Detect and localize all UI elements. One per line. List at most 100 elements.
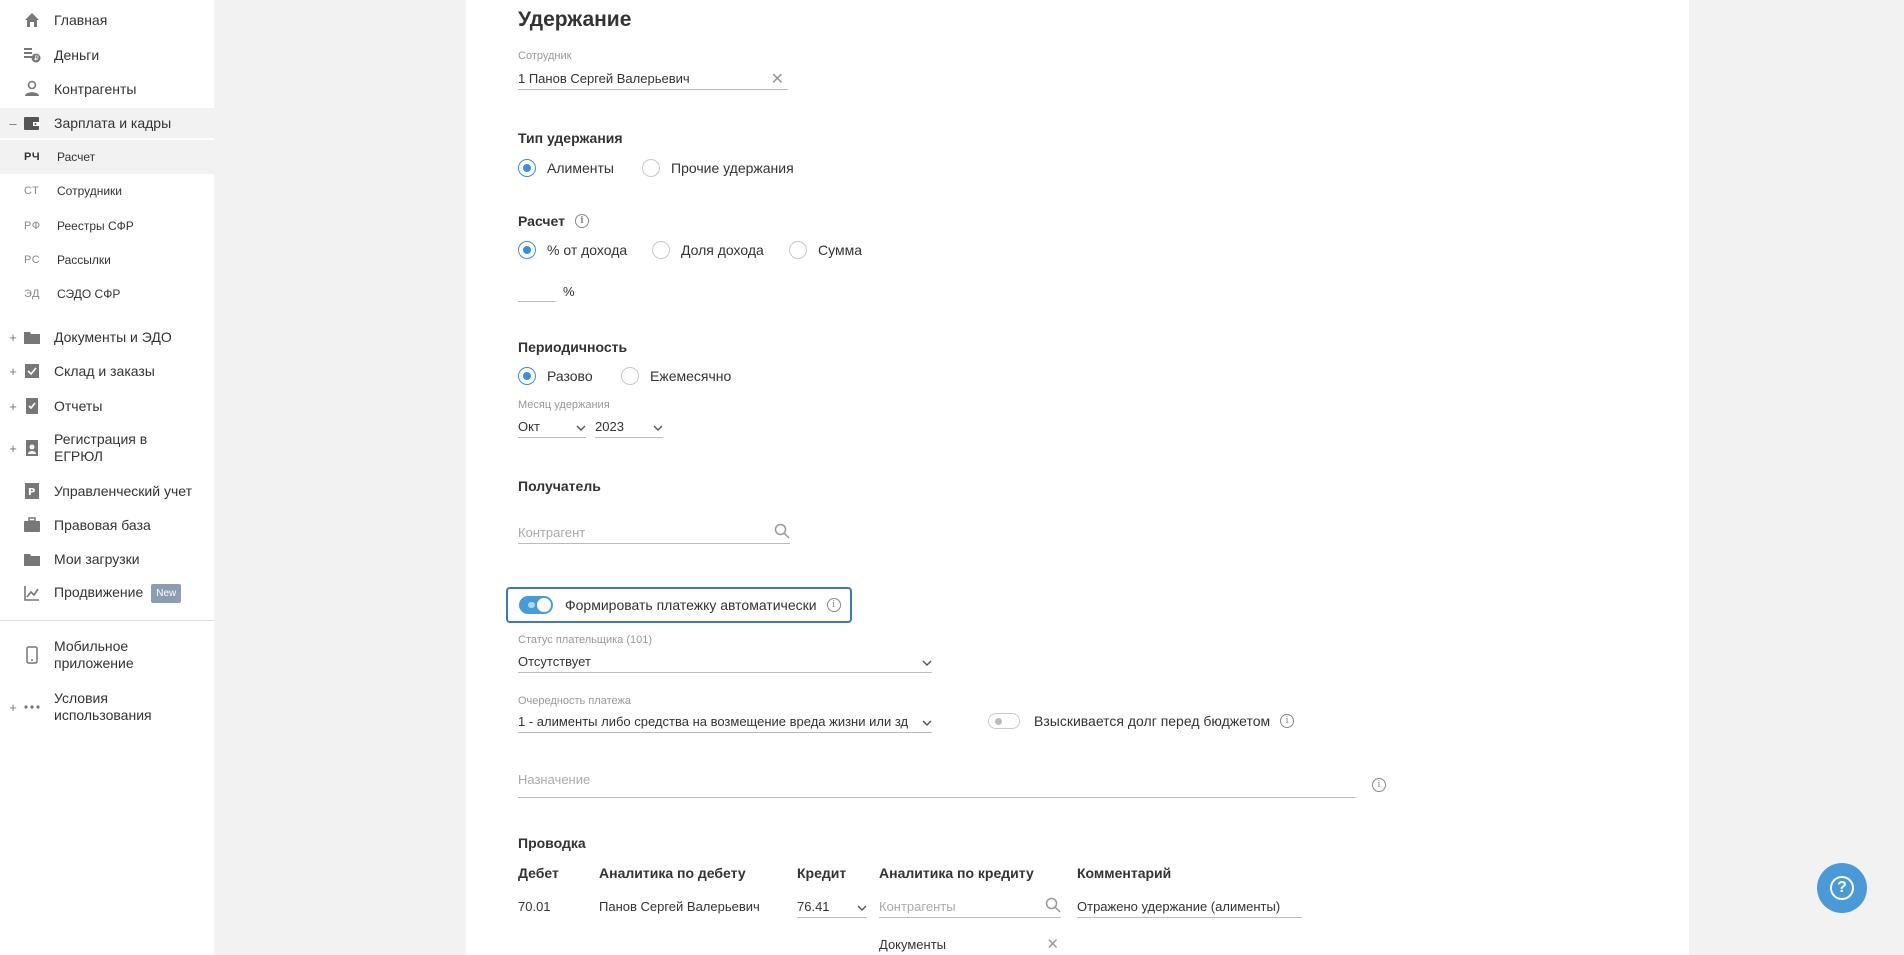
- radio-indicator: [518, 159, 536, 177]
- expand-icon[interactable]: +: [8, 700, 18, 715]
- search-icon[interactable]: [1045, 897, 1061, 916]
- auto-payment-toggle-row[interactable]: Формировать платежку автоматически i: [506, 587, 852, 623]
- radio-label: Сумма: [818, 242, 862, 258]
- radio-indicator: [518, 367, 536, 385]
- sidebar-item-label: Управленческий учет: [54, 482, 192, 499]
- subitem-abbr: РЧ: [24, 151, 41, 163]
- radio-label: Ежемесячно: [650, 368, 732, 384]
- budget-debt-label: Взыскивается долг перед бюджетом: [1034, 713, 1271, 729]
- money-icon: ₽: [22, 45, 42, 65]
- help-button[interactable]: ?: [1817, 863, 1867, 913]
- sidebar-item-reports[interactable]: + Отчеты: [0, 394, 214, 418]
- radio-label: Разово: [547, 368, 593, 384]
- budget-debt-toggle[interactable]: [988, 713, 1020, 729]
- radio-indicator: [621, 367, 639, 385]
- sidebar-item-contractors[interactable]: Контрагенты: [0, 77, 214, 101]
- employee-field[interactable]: 1 Панов Сергей Валерьевич ✕: [518, 68, 788, 90]
- sidebar-item-warehouse[interactable]: + Склад и заказы: [0, 359, 214, 383]
- posting-debit-analytics: Панов Сергей Валерьевич: [599, 899, 760, 914]
- comment-input[interactable]: Отражено удержание (алименты): [1077, 896, 1302, 918]
- month-select[interactable]: Окт: [518, 416, 586, 438]
- sidebar-item-label: Отчеты: [54, 397, 103, 414]
- sidebar-subitem-registers[interactable]: РФ Реестры СФР: [0, 209, 214, 243]
- radio-percent-income[interactable]: % от дохода: [518, 241, 627, 259]
- info-icon[interactable]: i: [1372, 778, 1386, 792]
- sidebar-item-label: Деньги: [54, 46, 100, 63]
- documents-value: Документы: [879, 936, 947, 952]
- clear-icon[interactable]: ✕: [771, 69, 784, 89]
- sidebar-item-downloads[interactable]: Мои загрузки: [0, 547, 214, 571]
- purpose-input[interactable]: Назначение: [518, 772, 1356, 798]
- sidebar-item-label: Мои загрузки: [54, 550, 140, 567]
- radio-indicator: [642, 159, 660, 177]
- expand-icon[interactable]: +: [8, 364, 18, 379]
- sidebar-item-label: Зарплата и кадры: [54, 114, 172, 131]
- subitem-label: СЭДО СФР: [57, 287, 121, 301]
- info-icon[interactable]: i: [574, 214, 589, 228]
- chevron-down-icon: [922, 714, 932, 729]
- promotion-text: Продвижение: [54, 583, 144, 600]
- info-icon[interactable]: i: [826, 598, 841, 612]
- sidebar-item-legal[interactable]: Правовая база: [0, 513, 214, 537]
- radio-alimony[interactable]: Алименты: [518, 159, 614, 177]
- collapse-icon[interactable]: –: [8, 116, 18, 131]
- sidebar-subitem-employees[interactable]: СТ Сотрудники: [0, 174, 214, 208]
- posting-heading: Проводка: [518, 835, 586, 851]
- subitem-abbr: ЭД: [24, 288, 40, 300]
- subitem-abbr: РФ: [24, 220, 41, 232]
- sidebar-item-salary[interactable]: – Зарплата и кадры: [0, 108, 214, 138]
- documents-field[interactable]: Документы ✕: [879, 935, 1061, 953]
- sidebar-item-label: Правовая база: [54, 516, 151, 533]
- payer-status-select[interactable]: Отсутствует: [518, 651, 932, 673]
- sidebar-item-home[interactable]: Главная: [0, 8, 214, 32]
- subitem-label: Сотрудники: [57, 184, 122, 198]
- recipient-heading: Получатель: [518, 478, 601, 494]
- percent-input[interactable]: [518, 280, 556, 302]
- subitem-abbr: РС: [24, 254, 41, 266]
- col-credit: Кредит: [797, 865, 847, 881]
- radio-sum[interactable]: Сумма: [789, 241, 862, 259]
- calculation-heading-text: Расчет: [518, 213, 565, 229]
- clear-icon[interactable]: ✕: [1046, 935, 1059, 953]
- sidebar-subitem-sedo[interactable]: ЭД СЭДО СФР: [0, 277, 214, 311]
- comment-value: Отражено удержание (алименты): [1077, 899, 1281, 914]
- credit-analytics-placeholder: Контрагенты: [879, 899, 956, 914]
- sidebar-item-mobile[interactable]: Мобильное приложение: [0, 636, 214, 674]
- sidebar-item-documents[interactable]: + Документы и ЭДО: [0, 325, 214, 349]
- col-debit: Дебет: [518, 865, 559, 881]
- radio-monthly[interactable]: Ежемесячно: [621, 367, 731, 385]
- contractor-input[interactable]: Контрагент: [518, 522, 790, 544]
- expand-icon[interactable]: +: [8, 399, 18, 414]
- sidebar-item-label: Контрагенты: [54, 80, 137, 97]
- search-icon[interactable]: [774, 523, 790, 542]
- sidebar-subitem-mailings[interactable]: РС Рассылки: [0, 243, 214, 277]
- year-select[interactable]: 2023: [595, 416, 663, 438]
- expand-icon[interactable]: +: [8, 330, 18, 345]
- info-icon[interactable]: i: [1280, 714, 1295, 728]
- sidebar-subitem-calc[interactable]: РЧ Расчет: [0, 140, 214, 174]
- month-label: Месяц удержания: [518, 399, 610, 411]
- payment-priority-select[interactable]: 1 - алименты либо средства на возмещение…: [518, 711, 932, 733]
- auto-payment-label: Формировать платежку автоматически: [565, 597, 817, 613]
- col-credit-analytics: Аналитика по кредиту: [879, 865, 1034, 881]
- sidebar-item-promotion[interactable]: Продвижение New: [0, 581, 214, 605]
- percent-unit: %: [563, 284, 575, 299]
- radio-once[interactable]: Разово: [518, 367, 593, 385]
- budget-debt-row[interactable]: Взыскивается долг перед бюджетом i: [988, 713, 1295, 729]
- sidebar-item-label: Мобильное приложение: [54, 638, 134, 671]
- radio-indicator: [789, 241, 807, 259]
- sidebar-item-money[interactable]: ₽ Деньги: [0, 43, 214, 67]
- sidebar-item-terms[interactable]: + Условия использования: [0, 688, 214, 726]
- warehouse-icon: [22, 361, 42, 381]
- sidebar-item-management[interactable]: P Управленческий учет: [0, 479, 214, 503]
- sidebar-item-registration[interactable]: + Регистрация в ЕГРЮЛ: [0, 429, 214, 467]
- auto-payment-toggle[interactable]: [519, 596, 553, 614]
- credit-analytics-input[interactable]: Контрагенты: [879, 896, 1061, 918]
- subitem-abbr: СТ: [24, 185, 40, 197]
- deduction-type-heading: Тип удержания: [518, 130, 623, 146]
- expand-icon[interactable]: +: [8, 441, 18, 456]
- chart-icon: [22, 583, 42, 603]
- radio-income-share[interactable]: Доля дохода: [652, 241, 764, 259]
- credit-account-select[interactable]: 76.41: [797, 896, 867, 918]
- radio-other-deductions[interactable]: Прочие удержания: [642, 159, 794, 177]
